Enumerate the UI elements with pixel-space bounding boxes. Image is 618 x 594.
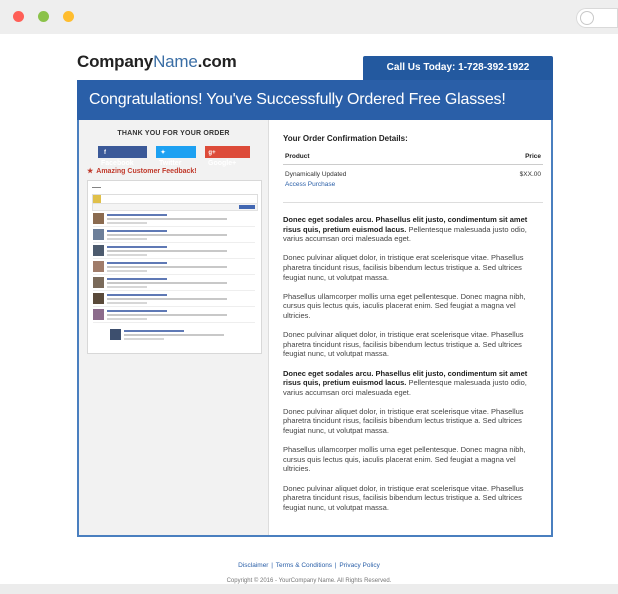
paragraph-text: Phasellus ullamcorper mollis urna eget p…	[283, 445, 526, 474]
comment-item	[93, 261, 255, 275]
feedback-title: Amazing Customer Feedback!	[96, 168, 197, 175]
google-plus-label: Google+	[208, 160, 237, 167]
product-name: Dynamically Updated	[285, 171, 347, 178]
comment-item	[93, 213, 255, 227]
toggle-knob	[581, 12, 593, 24]
commenter-avatar	[93, 277, 104, 288]
paragraph-text: Donec pulvinar aliquet dolor, in tristiq…	[283, 330, 524, 359]
facebook-comments-widget: ▬▬▬	[87, 180, 262, 354]
commenter-avatar	[110, 329, 121, 340]
post-comment-button[interactable]	[239, 205, 255, 209]
table-divider	[283, 164, 543, 165]
price-column-header: Price	[525, 153, 541, 160]
comment-item	[93, 229, 255, 243]
paragraph: Donec pulvinar aliquet dolor, in tristiq…	[283, 253, 541, 282]
footer-separator: |	[271, 562, 273, 569]
thank-you-heading: THANK YOU FOR YOUR ORDER	[117, 130, 230, 137]
paragraph: Donec eget sodales arcu. Phasellus elit …	[283, 369, 541, 398]
bottom-edge	[0, 584, 618, 594]
order-details-panel: Your Order Confirmation Details: Product…	[269, 120, 551, 535]
composer-avatar	[93, 195, 101, 203]
disclaimer-link[interactable]: Disclaimer	[238, 562, 268, 569]
confirmation-title: Your Order Confirmation Details:	[283, 134, 408, 143]
comments-count-header: ▬▬▬	[92, 185, 101, 189]
close-window-button[interactable]	[13, 11, 24, 22]
table-divider	[283, 202, 543, 203]
comment-item	[93, 309, 255, 323]
footer-separator: |	[334, 562, 337, 569]
google-plus-icon: g+	[208, 150, 216, 156]
paragraph-text: Donec pulvinar aliquet dolor, in tristiq…	[283, 483, 524, 512]
terms-link[interactable]: Terms & Conditions	[276, 562, 332, 569]
paragraph-text: Phasellus ullamcorper mollis urna eget p…	[283, 291, 526, 320]
comment-item	[93, 277, 255, 291]
star-icon: ★	[87, 168, 94, 175]
paragraph: Donec eget sodales arcu. Phasellus elit …	[283, 215, 541, 244]
paragraph: Phasellus ullamcorper mollis urna eget p…	[283, 292, 541, 321]
company-logo[interactable]: CompanyName.com	[77, 52, 237, 72]
comment-item	[93, 293, 255, 307]
commenter-avatar	[93, 213, 104, 224]
comment-item	[93, 245, 255, 259]
success-banner: Congratulations! You've Successfully Ord…	[77, 80, 553, 120]
logo-tld: .com	[197, 52, 237, 71]
product-column-header: Product	[285, 153, 310, 160]
twitter-share-button[interactable]: ✦ Twitter	[156, 146, 196, 167]
facebook-label: Facebook	[101, 160, 134, 167]
minimize-window-button[interactable]	[38, 11, 49, 22]
logo-name: Name	[153, 52, 198, 71]
browser-window: CompanyName.com Call Us Today: 1-728-392…	[0, 0, 618, 594]
twitter-label: Twitter	[159, 160, 182, 167]
google-plus-share-button[interactable]: g+ Google+	[205, 146, 250, 167]
paragraph: Donec pulvinar aliquet dolor, in tristiq…	[283, 407, 541, 436]
privacy-link[interactable]: Privacy Policy	[339, 562, 379, 569]
theme-toggle[interactable]	[576, 8, 618, 28]
commenter-avatar	[93, 309, 104, 320]
paragraph: Donec pulvinar aliquet dolor, in tristiq…	[283, 484, 541, 513]
paragraph: Donec pulvinar aliquet dolor, in tristiq…	[283, 330, 541, 359]
paragraph-text: Donec pulvinar aliquet dolor, in tristiq…	[283, 406, 524, 436]
facebook-share-button[interactable]: f Facebook	[98, 146, 147, 167]
paragraph: Phasellus ullamcorper mollis urna eget p…	[283, 445, 541, 474]
access-purchase-link[interactable]: Access Purchase	[285, 181, 335, 188]
commenter-avatar	[93, 245, 104, 256]
sidebar: THANK YOU FOR YOUR ORDER f Facebook ✦ Twit…	[79, 120, 269, 535]
commenter-avatar	[93, 293, 104, 304]
feedback-heading: ★ Amazing Customer Feedback!	[87, 167, 197, 175]
window-titlebar	[0, 0, 618, 34]
commenter-avatar	[93, 261, 104, 272]
footer-links: Disclaimer | Terms & Conditions | Privac…	[0, 562, 618, 569]
product-price: $XX.00	[519, 171, 541, 178]
call-us-tab[interactable]: Call Us Today: 1-728-392-1922	[363, 56, 553, 80]
order-content-frame: THANK YOU FOR YOUR ORDER f Facebook ✦ Twit…	[77, 120, 553, 537]
body-paragraphs: Donec eget sodales arcu. Phasellus elit …	[283, 215, 541, 522]
twitter-icon: ✦	[160, 150, 166, 156]
comment-post-bar	[92, 203, 258, 211]
zoom-window-button[interactable]	[63, 11, 74, 22]
commenter-avatar	[93, 229, 104, 240]
paragraph-text: Donec pulvinar aliquet dolor, in tristiq…	[283, 253, 524, 282]
comment-reply	[110, 329, 255, 343]
facebook-icon: f	[104, 150, 106, 156]
logo-company: Company	[77, 52, 154, 71]
